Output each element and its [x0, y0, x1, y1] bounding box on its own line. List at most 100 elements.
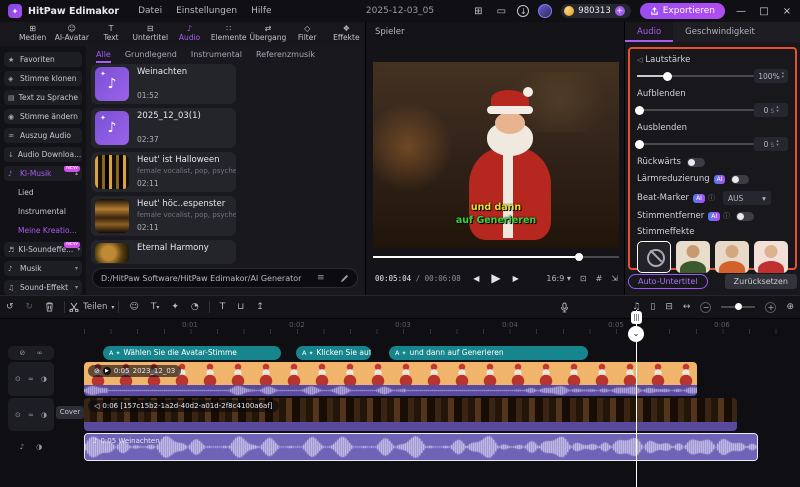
library-tab-grundlegend[interactable]: Grundlegend: [125, 50, 177, 63]
sidebar-item-lied[interactable]: Lied: [4, 185, 82, 200]
edit-path-icon[interactable]: [332, 274, 349, 283]
tab-effekte[interactable]: ❖ Effekte: [328, 25, 365, 43]
split-button[interactable]: Teilen ▾: [69, 302, 114, 312]
stepper-icons[interactable]: ▴ ▾: [776, 139, 778, 148]
subtitle-clip-2[interactable]: A ✦ Klicken Sie auf: [296, 346, 371, 360]
tab-uebergang[interactable]: ⇄ Übergang: [249, 25, 287, 43]
timeline-zoom-slider[interactable]: [721, 303, 756, 310]
next-frame-button[interactable]: ▶: [513, 274, 519, 283]
expand-icon[interactable]: ▾: [75, 284, 78, 291]
player-progress-bar[interactable]: [373, 253, 619, 261]
fade-out-slider[interactable]: [635, 139, 755, 149]
reset-button[interactable]: Zurücksetzen: [724, 274, 797, 289]
tab-untertitel[interactable]: ⊟ Untertitel: [132, 25, 169, 43]
audio-item[interactable]: ♪ Weinachten 01:52: [91, 64, 236, 104]
sidebar-item-favoriten[interactable]: ★ Favoriten: [4, 52, 82, 67]
tab-ai-avatar[interactable]: ☺ AI-Avatar: [53, 25, 90, 43]
voice-effect-none-selected[interactable]: [637, 241, 672, 273]
download-icon[interactable]: ↓: [517, 5, 530, 17]
import-track-icon[interactable]: ↥: [256, 302, 264, 312]
sticker-tool-icon[interactable]: ☺: [129, 302, 138, 312]
export-button[interactable]: Exportieren: [639, 3, 725, 19]
volume-slider[interactable]: [637, 71, 755, 81]
stepper-icons[interactable]: ▴ ▾: [782, 71, 784, 80]
fit-timeline-icon[interactable]: ⊕: [786, 302, 794, 312]
progress-handle[interactable]: [574, 253, 583, 261]
record-icon[interactable]: ⊙: [15, 411, 21, 419]
timeline-zoom-handle[interactable]: [735, 303, 743, 310]
add-text-track-icon[interactable]: T: [220, 302, 226, 312]
sidebar-item-text-zu-sprache[interactable]: ▤ Text zu Sprache: [4, 90, 82, 105]
undo-button[interactable]: ↺: [6, 302, 14, 312]
marker-view-icon[interactable]: ▯: [650, 302, 655, 312]
expand-icon[interactable]: ▾: [75, 265, 78, 272]
sidebar-item-stimme-aendern[interactable]: ◉ Stimme ändern: [4, 109, 82, 124]
fullscreen-icon[interactable]: ⇲: [611, 274, 618, 283]
noise-reduction-toggle[interactable]: [731, 174, 750, 184]
cover-badge[interactable]: Cover: [56, 406, 84, 419]
timeline-zoom-in-icon[interactable]: +: [765, 301, 777, 313]
menu-help[interactable]: Hilfe: [251, 6, 271, 16]
audio-item[interactable]: Heut' höc..espenster female vocalist, po…: [91, 196, 236, 236]
prev-frame-button[interactable]: ◀: [473, 274, 479, 283]
fade-in-slider[interactable]: [635, 105, 755, 115]
sidebar-item-sound-effekt[interactable]: ♫ Sound-Effekt ▾: [4, 280, 82, 295]
video-clip-santa[interactable]: ⊘ ▶ 0:05 2023_12_03: [84, 362, 697, 396]
grid-icon[interactable]: #: [596, 274, 603, 283]
range-select-icon[interactable]: ↔: [683, 302, 691, 312]
browse-folder-icon[interactable]: ≡: [309, 273, 325, 283]
note-icon[interactable]: ♪: [20, 443, 24, 451]
fade-in-slider-handle[interactable]: [635, 105, 644, 115]
tab-filter[interactable]: ◇ Filter: [289, 25, 326, 43]
library-tab-alle[interactable]: Alle: [96, 50, 111, 63]
snapshot-icon[interactable]: ⊡: [580, 274, 587, 283]
credits-badge[interactable]: 980313 +: [561, 4, 631, 18]
attach-track-icon[interactable]: ⊔: [237, 302, 244, 312]
auto-subtitle-button[interactable]: Auto-Untertitel: [628, 274, 708, 289]
tab-text[interactable]: T Text: [92, 25, 129, 43]
tab-elemente[interactable]: ∷ Elemente: [210, 25, 247, 43]
save-path-input[interactable]: D:/HitPaw Software/HitPaw Edimakor/AI Ge…: [92, 268, 358, 288]
minimize-button[interactable]: —: [734, 6, 748, 17]
voice-effect-girl-portrait[interactable]: [754, 241, 788, 273]
split-view-icon[interactable]: ⊟: [665, 302, 673, 312]
audio-item[interactable]: Eternal Harmony: [91, 240, 236, 264]
speed-tool-icon[interactable]: ◔: [191, 302, 199, 312]
adjust-icon[interactable]: ◑: [36, 443, 42, 451]
volume-slider-handle[interactable]: [662, 71, 672, 81]
adjust-icon[interactable]: ◑: [41, 411, 47, 419]
menu-file[interactable]: Datei: [138, 6, 162, 16]
record-voiceover-icon[interactable]: [560, 302, 569, 313]
delete-button[interactable]: [45, 302, 54, 312]
audio-clip-weinachten[interactable]: ♪ 0:05 Weinachten: [84, 433, 758, 461]
subtitle-clip-3[interactable]: A ✦ und dann auf Generieren: [389, 346, 588, 360]
menu-settings[interactable]: Einstellungen: [176, 6, 237, 16]
sidebar-item-ki-soundeffekt[interactable]: ♬ KI-Soundeffe... ▾ NEW: [4, 242, 82, 257]
tab-speed-properties[interactable]: Geschwindigkeit: [673, 22, 767, 42]
voice-remover-toggle[interactable]: [736, 211, 755, 221]
adjust-icon[interactable]: ◑: [41, 375, 47, 383]
stepper-icons[interactable]: ▴ ▾: [776, 105, 778, 114]
playhead-marker-button[interactable]: ⌄: [628, 326, 644, 342]
layout-panel-icon[interactable]: ⊞: [471, 6, 485, 17]
add-credits-icon[interactable]: +: [614, 6, 625, 16]
user-avatar[interactable]: [538, 4, 553, 18]
play-button[interactable]: ▶: [491, 271, 500, 285]
library-tab-instrumental[interactable]: Instrumental: [191, 50, 242, 63]
sidebar-item-musik[interactable]: ♪ Musik ▾: [4, 261, 82, 276]
voice-effect-man-portrait[interactable]: [676, 241, 711, 273]
sidebar-item-instrumental[interactable]: Instrumental: [4, 204, 82, 219]
timeline-zoom-out-icon[interactable]: −: [700, 301, 712, 313]
sidebar-item-audio-download[interactable]: ↓ Audio Downloa...: [4, 147, 82, 162]
link-icon[interactable]: ∞: [28, 375, 34, 383]
voice-effect-woman-portrait[interactable]: [715, 241, 750, 273]
sidebar-item-stimme-klonen[interactable]: ◈ Stimme klonen: [4, 71, 82, 86]
volume-value[interactable]: 100% ▴ ▾: [754, 69, 788, 83]
subtitle-clip-1[interactable]: A ✦ Wählen Sie die Avatar-Stimme: [103, 346, 281, 360]
effect-tool-icon[interactable]: ✦: [171, 302, 179, 312]
tab-medien[interactable]: ⊞ Medien: [14, 25, 51, 43]
sidebar-item-meine-kreation[interactable]: Meine Kreatio...: [4, 223, 82, 238]
sidebar-item-ki-musik[interactable]: ♪ KI-Musik ▴ NEW: [4, 166, 82, 181]
link-icon[interactable]: ∞: [28, 411, 34, 419]
beat-marker-dropdown[interactable]: AUS ▾: [722, 191, 771, 205]
